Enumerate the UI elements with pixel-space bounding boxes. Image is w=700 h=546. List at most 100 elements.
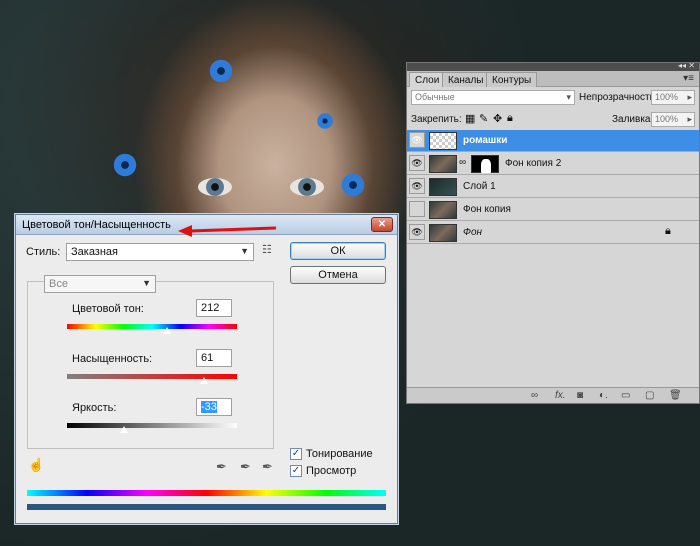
blue-flower-icon	[208, 58, 234, 84]
preview-checkbox[interactable]: ✓	[290, 465, 302, 477]
hue-value: 212	[201, 302, 220, 314]
dialog-title: Цветовой тон/Насыщенность	[22, 219, 171, 231]
lightness-slider-track[interactable]	[67, 423, 237, 428]
hue-slider-handle[interactable]	[162, 326, 173, 335]
hue-input[interactable]: 212	[196, 299, 232, 317]
ok-button[interactable]: ОК	[290, 242, 386, 260]
layer-thumbnail	[429, 201, 457, 219]
blue-flower-icon	[340, 172, 366, 198]
new-layer-icon[interactable]: ▢	[645, 390, 654, 401]
layer-mask-thumbnail[interactable]	[471, 155, 499, 173]
new-group-icon[interactable]: ▭	[621, 390, 630, 401]
layer-name: Фон копия	[463, 204, 511, 215]
tab-paths[interactable]: Контуры	[486, 72, 538, 87]
chevron-right-icon: ▸	[687, 92, 692, 102]
saturation-slider-track[interactable]	[67, 374, 237, 379]
link-layers-icon[interactable]: ∞	[531, 390, 538, 401]
lock-all-icon[interactable]: 🔒︎	[507, 112, 513, 125]
add-mask-icon[interactable]: ◙	[577, 390, 583, 401]
fill-field[interactable]: 100% ▸	[651, 112, 695, 127]
layer-name: Фон копия 2	[505, 158, 562, 169]
lock-image-icon[interactable]: ✎	[479, 112, 488, 125]
lock-icon: 🔒︎	[665, 225, 671, 237]
preset-options-icon[interactable]: ☷	[262, 243, 272, 256]
hand-adjust-icon[interactable]: ☝	[28, 457, 44, 473]
lightness-label: Яркость:	[72, 402, 117, 414]
eyedropper-icon[interactable]: ✒	[216, 459, 227, 475]
channel-value: Все	[49, 278, 68, 290]
colorize-checkbox[interactable]: ✓	[290, 448, 302, 460]
layer-row-sloy-1[interactable]: 👁︎ Слой 1	[407, 176, 699, 198]
eyedropper-minus-icon[interactable]: ✒	[262, 459, 273, 475]
preview-label: Просмотр	[306, 465, 357, 477]
lock-transparent-icon[interactable]: ▦	[465, 112, 475, 125]
layer-name: Слой 1	[463, 181, 496, 192]
panel-menu-icon[interactable]: ▾≡	[683, 73, 694, 84]
lock-label: Закрепить:	[411, 114, 462, 125]
chevron-right-icon: ▸	[687, 114, 692, 124]
opacity-field[interactable]: 100% ▸	[651, 90, 695, 105]
layer-row-fon-kopiya-2[interactable]: 👁︎ ∞ Фон копия 2	[407, 153, 699, 175]
layers-bottom-toolbar: ∞ fx. ◙ ◐. ▭ ▢ 🗑︎	[407, 387, 699, 403]
annotation-arrow	[178, 225, 277, 237]
layer-thumbnail	[429, 155, 457, 173]
style-value: Заказная	[71, 246, 119, 258]
trash-icon[interactable]: 🗑︎	[669, 390, 682, 401]
panel-collapse-icon[interactable]: ◂◂ ✕	[678, 61, 695, 70]
saturation-value: 61	[201, 352, 214, 364]
eye-right	[290, 178, 324, 196]
opacity-label: Непрозрачность:	[579, 92, 658, 103]
layers-panel: ◂◂ ✕ Слои Каналы Контуры ▾≡ Обычные ▾ Не…	[406, 61, 700, 404]
fill-value: 100%	[655, 114, 679, 124]
eye-icon[interactable]: 👁︎	[409, 224, 425, 240]
blend-mode-select[interactable]: Обычные ▾	[411, 90, 575, 105]
eye-icon[interactable]: 👁︎	[409, 132, 425, 148]
layer-thumbnail	[429, 132, 457, 150]
layer-style-icon[interactable]: fx.	[555, 390, 566, 401]
lightness-slider-handle[interactable]	[118, 425, 129, 434]
eye-hidden-icon[interactable]	[409, 201, 425, 217]
panel-top-bar: ◂◂ ✕	[407, 61, 699, 71]
blue-flower-icon	[112, 152, 138, 178]
layer-thumbnail	[429, 178, 457, 196]
saturation-input[interactable]: 61	[196, 349, 232, 367]
layer-row-fon[interactable]: 👁︎ Фон 🔒︎	[407, 222, 699, 244]
saturation-label: Насыщенность:	[72, 353, 153, 365]
layer-thumbnail	[429, 224, 457, 242]
lightness-input[interactable]: -33	[196, 398, 232, 416]
lightness-value: -33	[201, 401, 217, 413]
hue-slider-track[interactable]	[67, 324, 237, 329]
layer-row-fon-kopiya[interactable]: Фон копия	[407, 199, 699, 221]
blend-mode-value: Обычные	[415, 92, 455, 102]
chain-link-icon[interactable]: ∞	[459, 157, 466, 168]
lock-position-icon[interactable]: ✥	[493, 112, 502, 125]
colorize-label: Тонирование	[306, 448, 373, 460]
chevron-down-icon: ▾	[566, 92, 571, 102]
eye-icon[interactable]: 👁︎	[409, 155, 425, 171]
eyedropper-plus-icon[interactable]: ✒	[240, 459, 251, 475]
opacity-value: 100%	[655, 92, 679, 102]
style-select[interactable]: Заказная ▼	[66, 243, 254, 261]
channel-select[interactable]: Все ▼	[44, 275, 156, 293]
layer-name: ромашки	[463, 135, 508, 146]
layer-name: Фон	[463, 227, 483, 238]
adjustment-layer-icon[interactable]: ◐.	[599, 390, 608, 401]
tab-channels[interactable]: Каналы	[442, 72, 490, 87]
eye-left	[198, 178, 232, 196]
chevron-down-icon: ▼	[142, 278, 151, 288]
layer-row-romashki[interactable]: 👁︎ ромашки	[407, 130, 699, 152]
panel-tabs: Слои Каналы Контуры ▾≡	[407, 71, 699, 87]
hue-label: Цветовой тон:	[72, 303, 144, 315]
output-color-bar	[27, 504, 386, 510]
blue-flower-icon	[316, 112, 334, 130]
close-icon[interactable]: ✕	[371, 217, 393, 232]
tab-layers[interactable]: Слои	[409, 72, 446, 87]
chevron-down-icon: ▼	[240, 246, 249, 256]
input-color-bar	[27, 490, 386, 496]
cancel-button[interactable]: Отмена	[290, 266, 386, 284]
fill-label: Заливка:	[612, 114, 654, 125]
hue-saturation-dialog: Цветовой тон/Насыщенность ✕ Стиль: Заказ…	[15, 214, 398, 524]
saturation-slider-handle[interactable]	[198, 376, 209, 385]
eye-icon[interactable]: 👁︎	[409, 178, 425, 194]
style-label: Стиль:	[26, 246, 61, 258]
